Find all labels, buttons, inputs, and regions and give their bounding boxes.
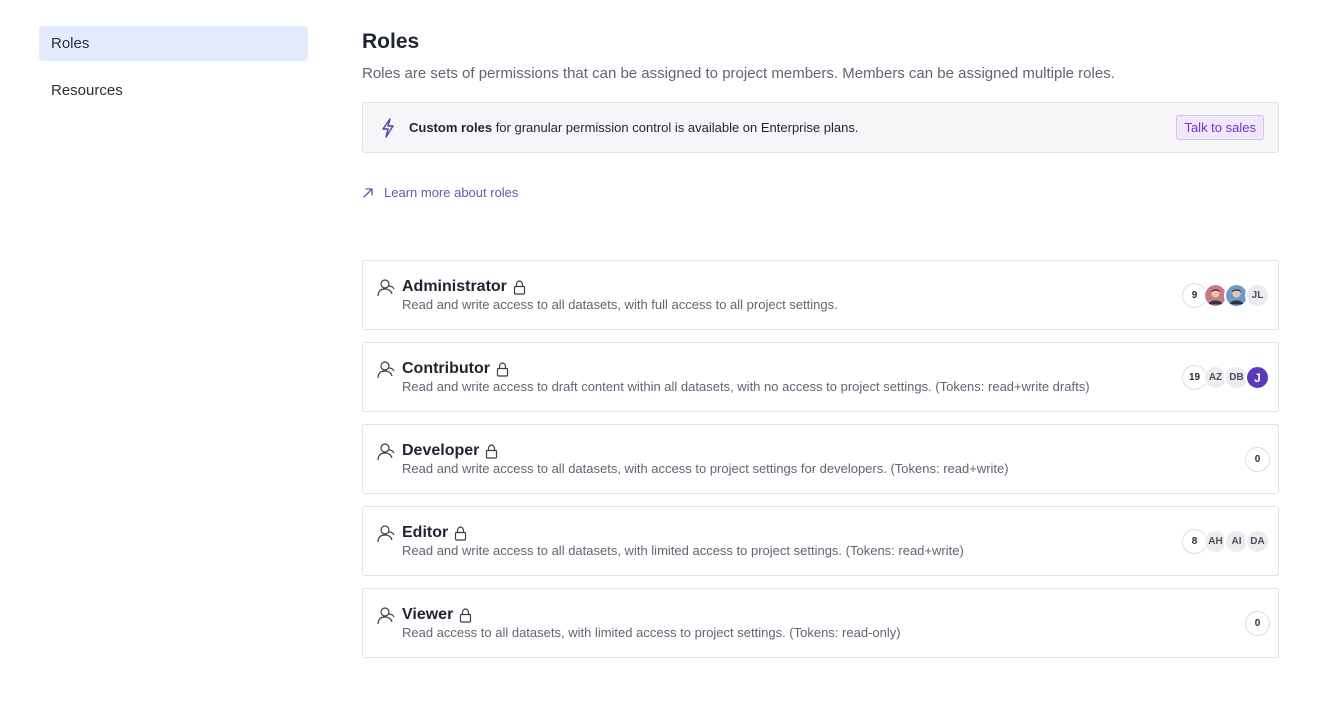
lightning-icon bbox=[380, 117, 396, 138]
role-description: Read and write access to draft content w… bbox=[402, 379, 1090, 394]
sidebar-item-roles[interactable]: Roles bbox=[39, 26, 308, 61]
role-row-contributor[interactable]: Contributor Read and write access to draf… bbox=[362, 342, 1279, 412]
talk-to-sales-button[interactable]: Talk to sales bbox=[1176, 115, 1264, 140]
role-name-text: Developer bbox=[402, 442, 480, 459]
role-name: Contributor bbox=[402, 360, 509, 378]
lock-icon bbox=[454, 525, 467, 541]
avatar-initials: DA bbox=[1245, 529, 1270, 554]
member-avatars[interactable]: 19 AZ DB J bbox=[1182, 365, 1270, 390]
role-description: Read access to all datasets, with limite… bbox=[402, 625, 901, 640]
member-count-badge: 0 bbox=[1245, 611, 1270, 636]
user-group-icon bbox=[376, 278, 396, 298]
sidebar: Roles Resources bbox=[39, 26, 308, 120]
user-group-icon bbox=[376, 606, 396, 626]
role-row-administrator[interactable]: Administrator Read and write access to al… bbox=[362, 260, 1279, 330]
lock-icon bbox=[513, 279, 526, 295]
lock-icon bbox=[459, 607, 472, 623]
avatar-initials: JL bbox=[1245, 283, 1270, 308]
learn-more-label: Learn more about roles bbox=[384, 185, 519, 200]
role-name: Editor bbox=[402, 524, 467, 542]
lock-icon bbox=[496, 361, 509, 377]
arrow-up-right-icon bbox=[362, 187, 374, 199]
role-description: Read and write access to all datasets, w… bbox=[402, 297, 838, 312]
member-avatars[interactable]: 8 AH AI DA bbox=[1182, 529, 1270, 554]
role-description: Read and write access to all datasets, w… bbox=[402, 543, 964, 558]
role-row-developer[interactable]: Developer Read and write access to all da… bbox=[362, 424, 1279, 494]
banner-bold-text: Custom roles bbox=[409, 120, 493, 135]
member-avatars[interactable]: 0 bbox=[1245, 447, 1270, 472]
avatar-initials: J bbox=[1245, 365, 1270, 390]
role-name-text: Contributor bbox=[402, 360, 490, 377]
member-avatars[interactable]: 9 JL bbox=[1182, 283, 1270, 308]
member-avatars[interactable]: 0 bbox=[1245, 611, 1270, 636]
user-group-icon bbox=[376, 524, 396, 544]
main-content: Roles Roles are sets of permissions that… bbox=[362, 28, 1279, 670]
sidebar-item-resources[interactable]: Resources bbox=[39, 73, 308, 108]
user-group-icon bbox=[376, 442, 396, 462]
role-row-viewer[interactable]: Viewer Read access to all datasets, with … bbox=[362, 588, 1279, 658]
role-name-text: Viewer bbox=[402, 606, 454, 623]
role-name: Developer bbox=[402, 442, 498, 460]
banner-text: Custom roles for granular permission con… bbox=[409, 120, 1176, 135]
enterprise-banner: Custom roles for granular permission con… bbox=[362, 102, 1279, 153]
page-subtitle: Roles are sets of permissions that can b… bbox=[362, 65, 1115, 82]
role-name-text: Editor bbox=[402, 524, 449, 541]
banner-rest-text: for granular permission control is avail… bbox=[492, 120, 859, 135]
role-name-text: Administrator bbox=[402, 278, 507, 295]
page-title: Roles bbox=[362, 30, 420, 53]
lock-icon bbox=[485, 443, 498, 459]
role-description: Read and write access to all datasets, w… bbox=[402, 461, 1009, 476]
role-row-editor[interactable]: Editor Read and write access to all datas… bbox=[362, 506, 1279, 576]
role-name: Administrator bbox=[402, 278, 526, 296]
role-name: Viewer bbox=[402, 606, 472, 624]
roles-list: Administrator Read and write access to al… bbox=[362, 260, 1279, 658]
user-group-icon bbox=[376, 360, 396, 380]
member-count-badge: 0 bbox=[1245, 447, 1270, 472]
learn-more-link[interactable]: Learn more about roles bbox=[362, 185, 518, 200]
